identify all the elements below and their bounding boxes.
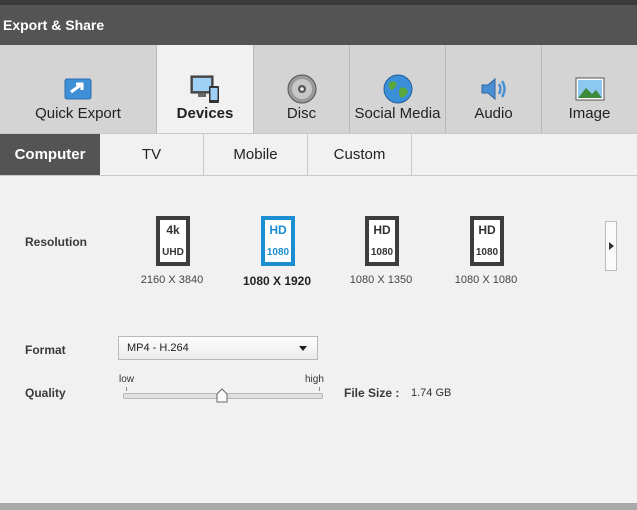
slider-tick bbox=[319, 387, 320, 391]
badge-top-text: HD bbox=[269, 223, 287, 237]
tab-quick-export[interactable]: Quick Export bbox=[0, 45, 157, 133]
slider-tick bbox=[126, 387, 127, 391]
subtab-tv[interactable]: TV bbox=[100, 134, 204, 175]
devices-icon bbox=[190, 75, 219, 103]
tab-label: Disc bbox=[286, 105, 317, 122]
tab-social-media[interactable]: Social Media bbox=[350, 45, 446, 133]
badge-top-text: HD bbox=[373, 223, 391, 237]
quality-slider-thumb[interactable] bbox=[216, 388, 228, 403]
window-title: Export & Share bbox=[3, 17, 105, 33]
format-value: MP4 - H.264 bbox=[127, 342, 189, 354]
subtab-mobile[interactable]: Mobile bbox=[204, 134, 308, 175]
preset-caption: 1080 X 1080 bbox=[454, 274, 518, 286]
tab-devices[interactable]: Devices bbox=[157, 45, 254, 133]
resolution-label: Resolution bbox=[25, 235, 87, 249]
chevron-right-icon bbox=[609, 242, 614, 250]
globe-icon bbox=[383, 74, 412, 104]
tab-label: Image bbox=[568, 105, 611, 122]
next-presets-button[interactable] bbox=[605, 221, 617, 271]
badge-bottom-text: 1080 bbox=[266, 247, 290, 258]
subtab-custom[interactable]: Custom bbox=[308, 134, 412, 175]
preset-hd-1080x1920[interactable]: HD 1080 1080 X 1920 bbox=[227, 214, 327, 294]
chevron-down-icon bbox=[299, 346, 307, 351]
preset-4k-uhd[interactable]: 4k UHD 2160 X 3840 bbox=[122, 214, 222, 294]
quick-export-icon bbox=[64, 78, 92, 100]
tab-label: Audio bbox=[474, 105, 513, 122]
tab-image[interactable]: Image bbox=[542, 45, 637, 133]
quality-low-label: low bbox=[119, 374, 135, 385]
preset-hd-1080x1350[interactable]: HD 1080 1080 X 1350 bbox=[331, 214, 431, 294]
format-dropdown[interactable]: MP4 - H.264 bbox=[118, 336, 318, 360]
quality-label: Quality bbox=[25, 386, 66, 400]
tab-label: Quick Export bbox=[35, 105, 121, 122]
file-size-value: 1.74 GB bbox=[411, 387, 452, 399]
tab-disc[interactable]: Disc bbox=[254, 45, 350, 133]
tab-label: Social Media bbox=[354, 105, 441, 122]
disc-icon bbox=[287, 74, 316, 104]
main-tabs: Quick Export Devices Disc Social Media A… bbox=[0, 45, 637, 133]
badge-bottom-text: 1080 bbox=[370, 247, 394, 258]
resolution-badge: HD 1080 bbox=[470, 216, 504, 266]
sub-tabs: Computer TV Mobile Custom bbox=[0, 133, 637, 176]
badge-top-text: 4k bbox=[166, 223, 180, 237]
badge-top-text: HD bbox=[478, 223, 496, 237]
file-size-label: File Size : bbox=[344, 386, 400, 400]
title-bar: Export & Share bbox=[0, 5, 637, 45]
format-label: Format bbox=[25, 343, 66, 357]
preset-caption: 2160 X 3840 bbox=[140, 274, 204, 286]
resolution-badge: HD 1080 bbox=[261, 216, 295, 266]
quality-high-label: high bbox=[305, 374, 324, 385]
resolution-badge: HD 1080 bbox=[365, 216, 399, 266]
picture-icon bbox=[575, 77, 604, 101]
speaker-icon bbox=[481, 77, 506, 101]
badge-bottom-text: 1080 bbox=[475, 247, 499, 258]
badge-bottom-text: UHD bbox=[162, 247, 184, 258]
tab-audio[interactable]: Audio bbox=[446, 45, 542, 133]
subtab-computer[interactable]: Computer bbox=[0, 134, 100, 175]
resolution-badge: 4k UHD bbox=[156, 216, 190, 266]
window-bottom-edge bbox=[0, 503, 637, 510]
tab-label: Devices bbox=[176, 105, 234, 122]
preset-caption: 1080 X 1350 bbox=[349, 274, 413, 286]
preset-hd-1080x1080[interactable]: HD 1080 1080 X 1080 bbox=[436, 214, 536, 294]
preset-caption: 1080 X 1920 bbox=[242, 274, 312, 288]
